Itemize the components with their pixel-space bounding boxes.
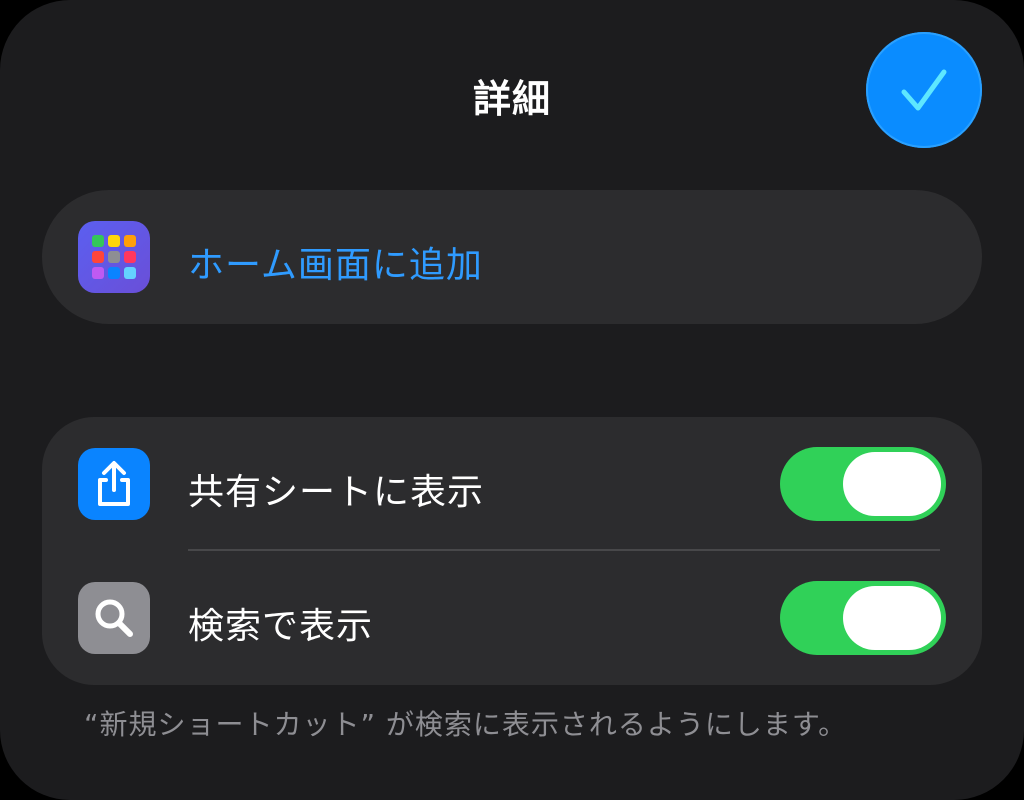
app-grid-icon	[78, 221, 150, 293]
details-sheet: 詳細 ホーム画面に追加 共有シートに表示 検索で表示 “新規ショートカット” が…	[0, 0, 1024, 800]
toggle-knob	[843, 452, 941, 516]
share-icon	[78, 448, 150, 520]
search-toggle[interactable]	[780, 581, 946, 655]
share-sheet-toggle[interactable]	[780, 447, 946, 521]
share-sheet-row: 共有シートに表示	[42, 417, 982, 551]
search-row: 検索で表示	[42, 551, 982, 685]
add-to-home-row[interactable]: ホーム画面に追加	[42, 190, 982, 324]
share-sheet-label: 共有シートに表示	[188, 472, 485, 513]
done-button[interactable]	[866, 32, 982, 148]
magnifier-icon	[78, 582, 150, 654]
visibility-options-group: 共有シートに表示 検索で表示	[42, 417, 982, 685]
checkmark-icon	[901, 69, 947, 111]
search-label: 検索で表示	[188, 606, 374, 647]
footnote-text: “新規ショートカット” が検索に表示されるようにします。	[84, 708, 848, 741]
toggle-knob	[843, 586, 941, 650]
add-to-home-group: ホーム画面に追加	[42, 190, 982, 324]
add-to-home-label: ホーム画面に追加	[188, 245, 483, 286]
